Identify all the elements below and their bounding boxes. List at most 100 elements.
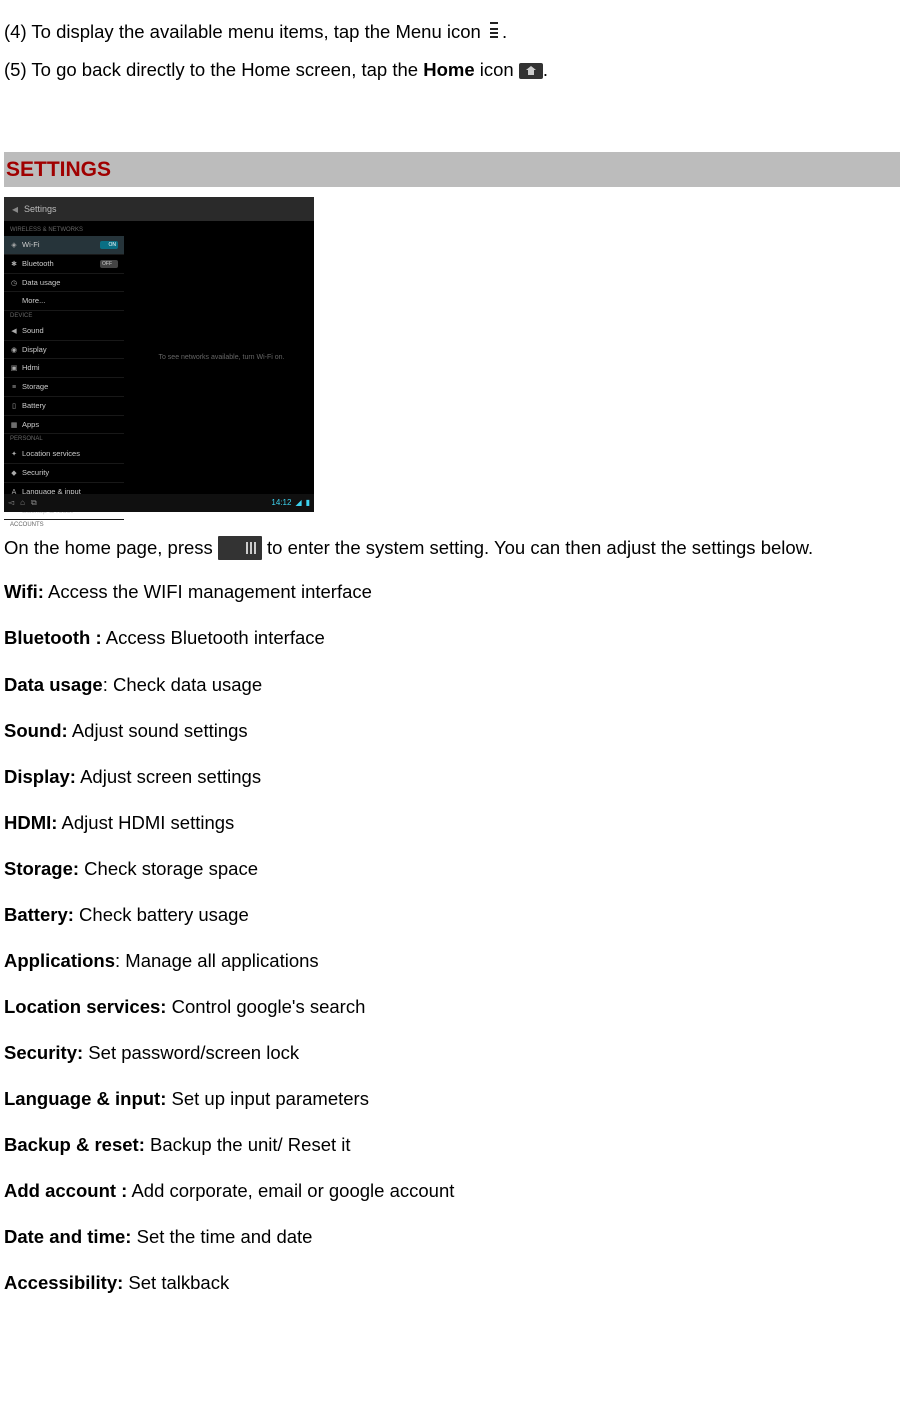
nav-back-icon[interactable]: ◅ bbox=[8, 498, 14, 508]
detail-pane: To see networks available, turn Wi-Fi on… bbox=[129, 221, 314, 494]
settings-item: Bluetooth : Access Bluetooth interface bbox=[4, 626, 900, 650]
settings-item: Backup & reset: Backup the unit/ Reset i… bbox=[4, 1133, 900, 1157]
sidebar-item-display[interactable]: ◉Display bbox=[4, 341, 124, 360]
battery-icon: ▯ bbox=[10, 402, 18, 410]
settings-item-desc: Access the WIFI management interface bbox=[44, 581, 372, 602]
instruction-5-prefix: (5) To go back directly to the Home scre… bbox=[4, 59, 423, 80]
settings-item-label: Battery: bbox=[4, 904, 74, 925]
sound-icon: ◀ bbox=[10, 327, 18, 335]
settings-item-desc: Check battery usage bbox=[74, 904, 249, 925]
settings-item-desc: Access Bluetooth interface bbox=[102, 627, 325, 648]
nav-wifi-status-icon: ◢ bbox=[295, 498, 301, 508]
sidebar-item-battery[interactable]: ▯Battery bbox=[4, 397, 124, 416]
settings-item: Display: Adjust screen settings bbox=[4, 765, 900, 789]
data-icon: ◷ bbox=[10, 279, 18, 287]
intro-line: On the home page, press to enter the sys… bbox=[4, 536, 900, 560]
settings-item-label: Sound: bbox=[4, 720, 68, 741]
sidebar-item-location[interactable]: ✦Location services bbox=[4, 445, 124, 464]
group-device: DEVICE bbox=[4, 311, 124, 322]
sidebar-item-security[interactable]: ◆Security bbox=[4, 464, 124, 483]
settings-item: Accessibility: Set talkback bbox=[4, 1271, 900, 1295]
nav-home-icon[interactable]: ⌂ bbox=[20, 498, 25, 508]
settings-item: Applications: Manage all applications bbox=[4, 949, 900, 973]
settings-item-label: Bluetooth : bbox=[4, 627, 102, 648]
settings-item-desc: Check storage space bbox=[79, 858, 258, 879]
hdmi-icon: ▣ bbox=[10, 364, 18, 372]
nav-clock: 14:12 bbox=[271, 498, 291, 508]
instruction-5-suffix: . bbox=[543, 59, 548, 80]
nav-battery-status-icon: ▮ bbox=[306, 498, 310, 508]
settings-item: Wifi: Access the WIFI management interfa… bbox=[4, 580, 900, 604]
settings-item-label: Display: bbox=[4, 766, 76, 787]
settings-item-label: Storage: bbox=[4, 858, 79, 879]
settings-item-label: Security: bbox=[4, 1042, 83, 1063]
group-personal: PERSONAL bbox=[4, 434, 124, 445]
settings-item-label: Wifi: bbox=[4, 581, 44, 602]
settings-item-desc: Set password/screen lock bbox=[83, 1042, 299, 1063]
instruction-4-text: (4) To display the available menu items,… bbox=[4, 21, 486, 42]
intro-before: On the home page, press bbox=[4, 537, 218, 558]
home-icon bbox=[519, 63, 543, 79]
nav-bar: ◅ ⌂ ⧉ 14:12 ◢ ▮ bbox=[4, 494, 314, 512]
settings-item: HDMI: Adjust HDMI settings bbox=[4, 811, 900, 835]
screenshot-title: Settings bbox=[24, 204, 57, 216]
settings-item-label: Applications bbox=[4, 950, 115, 971]
sidebar-item-bluetooth[interactable]: ✱BluetoothOFF bbox=[4, 255, 124, 274]
settings-item-desc: Set up input parameters bbox=[166, 1088, 369, 1109]
sidebar-item-more[interactable]: More... bbox=[4, 292, 124, 311]
nav-recent-icon[interactable]: ⧉ bbox=[31, 498, 37, 508]
settings-item: Date and time: Set the time and date bbox=[4, 1225, 900, 1249]
menu-icon bbox=[486, 22, 502, 42]
bluetooth-switch[interactable]: OFF bbox=[100, 260, 118, 268]
instruction-4: (4) To display the available menu items,… bbox=[4, 20, 900, 44]
instruction-5-bold: Home bbox=[423, 59, 474, 80]
sidebar-item-hdmi[interactable]: ▣Hdmi bbox=[4, 359, 124, 378]
security-icon: ◆ bbox=[10, 469, 18, 477]
storage-icon: ≡ bbox=[10, 383, 18, 391]
settings-item-label: Add account : bbox=[4, 1180, 127, 1201]
group-accounts: ACCOUNTS bbox=[4, 520, 124, 531]
sidebar-item-sound[interactable]: ◀Sound bbox=[4, 322, 124, 341]
screenshot-titlebar: ◂ Settings bbox=[4, 197, 314, 221]
wifi-switch[interactable]: ON bbox=[100, 241, 118, 249]
settings-item: Security: Set password/screen lock bbox=[4, 1041, 900, 1065]
sidebar-item-data-usage[interactable]: ◷Data usage bbox=[4, 274, 124, 293]
settings-item-desc: Set talkback bbox=[123, 1272, 229, 1293]
display-icon: ◉ bbox=[10, 346, 18, 354]
settings-item-label: Data usage bbox=[4, 674, 103, 695]
settings-item-desc: Backup the unit/ Reset it bbox=[145, 1134, 351, 1155]
sidebar-item-wifi[interactable]: ◈Wi-FiON bbox=[4, 236, 124, 255]
settings-sidebar: WIRELESS & NETWORKS ◈Wi-FiON ✱BluetoothO… bbox=[4, 221, 124, 494]
intro-after: to enter the system setting. You can the… bbox=[262, 537, 813, 558]
detail-text: To see networks available, turn Wi-Fi on… bbox=[158, 353, 284, 362]
settings-item-label: Date and time: bbox=[4, 1226, 131, 1247]
settings-item: Add account : Add corporate, email or go… bbox=[4, 1179, 900, 1203]
settings-item-desc: Set the time and date bbox=[131, 1226, 312, 1247]
settings-item-label: Location services: bbox=[4, 996, 166, 1017]
settings-item-label: Language & input: bbox=[4, 1088, 166, 1109]
location-icon: ✦ bbox=[10, 450, 18, 458]
settings-item-desc: Adjust screen settings bbox=[76, 766, 261, 787]
settings-icon bbox=[218, 536, 262, 560]
settings-item-label: Accessibility: bbox=[4, 1272, 123, 1293]
settings-item: Battery: Check battery usage bbox=[4, 903, 900, 927]
settings-item-desc: : Manage all applications bbox=[115, 950, 319, 971]
settings-item-label: HDMI: bbox=[4, 812, 57, 833]
settings-item: Storage: Check storage space bbox=[4, 857, 900, 881]
instruction-5-mid: icon bbox=[475, 59, 519, 80]
sidebar-item-apps[interactable]: ▦Apps bbox=[4, 416, 124, 435]
settings-item-desc: Control google's search bbox=[166, 996, 365, 1017]
settings-screenshot: ◂ Settings WIRELESS & NETWORKS ◈Wi-FiON … bbox=[4, 197, 314, 512]
settings-item-desc: : Check data usage bbox=[103, 674, 262, 695]
group-wireless: WIRELESS & NETWORKS bbox=[4, 225, 124, 236]
instruction-5: (5) To go back directly to the Home scre… bbox=[4, 58, 900, 82]
settings-item: Sound: Adjust sound settings bbox=[4, 719, 900, 743]
apps-icon: ▦ bbox=[10, 421, 18, 429]
sidebar-item-storage[interactable]: ≡Storage bbox=[4, 378, 124, 397]
settings-item-desc: Adjust sound settings bbox=[68, 720, 248, 741]
bluetooth-icon: ✱ bbox=[10, 260, 18, 268]
wifi-icon: ◈ bbox=[10, 241, 18, 249]
back-icon: ◂ bbox=[12, 202, 18, 218]
settings-item: Data usage: Check data usage bbox=[4, 673, 900, 697]
settings-item-label: Backup & reset: bbox=[4, 1134, 145, 1155]
